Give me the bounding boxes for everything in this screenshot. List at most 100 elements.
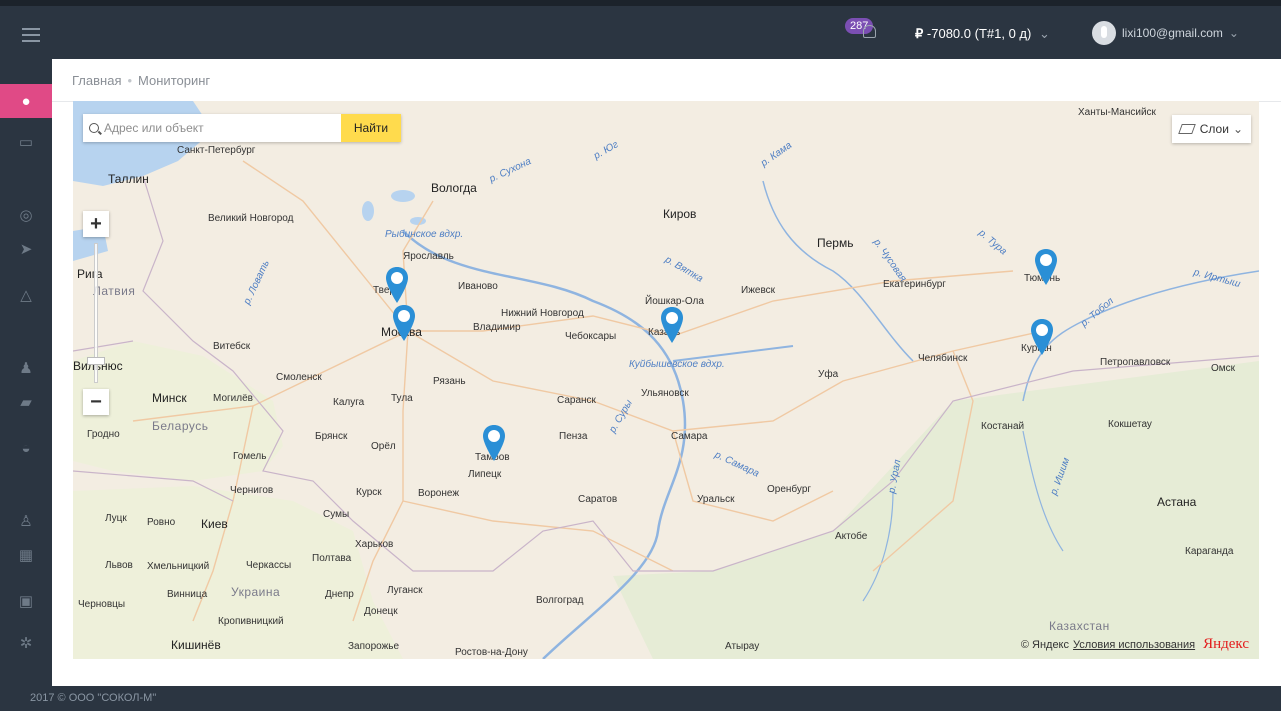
- sidebar-item-alerts[interactable]: △: [0, 278, 52, 312]
- main-content: Главная • Мониторинг Ханты-Мансийск Санк…: [52, 59, 1281, 686]
- map-label: Ижевск: [741, 285, 776, 296]
- sidebar-item-messages[interactable]: ◒: [0, 431, 52, 465]
- sidebar: ● ▭ ◎ ➤ △ ♟ ▰ ◒ ♙ ▦ ▣ ✲: [0, 59, 52, 686]
- map-label: Курск: [356, 487, 382, 498]
- map-label: Иваново: [458, 281, 498, 292]
- map-label: Омск: [1211, 363, 1236, 374]
- sidebar-item-devices[interactable]: ▭: [0, 125, 52, 159]
- map-label: Великий Новгород: [208, 213, 294, 224]
- user-icon: ♙: [19, 513, 33, 530]
- map-label: Беларусь: [152, 419, 209, 433]
- yandex-logo[interactable]: Яндекс: [1203, 636, 1249, 653]
- map-label: Челябинск: [918, 353, 968, 364]
- sidebar-item-calendar[interactable]: ▦: [0, 538, 52, 572]
- map-label: Запорожье: [348, 641, 400, 652]
- map-label: Казахстан: [1049, 619, 1110, 633]
- map-marker[interactable]: [1029, 317, 1055, 357]
- bell-icon: [863, 25, 876, 38]
- map-label: Гродно: [87, 429, 120, 440]
- map-label: Тула: [391, 393, 413, 404]
- map-marker[interactable]: [391, 303, 417, 343]
- zoom-slider-thumb[interactable]: [87, 357, 105, 365]
- map-label: Караганда: [1185, 546, 1234, 557]
- river-label: Рыбинское вдхр.: [385, 229, 464, 240]
- sidebar-item-monitoring[interactable]: ●: [0, 84, 52, 118]
- map-label: Нижний Новгород: [501, 308, 584, 319]
- zoom-slider[interactable]: [87, 243, 105, 383]
- map-label: Уральск: [697, 494, 735, 505]
- sidebar-item-billing[interactable]: ▣: [0, 584, 52, 618]
- map-label: Днепр: [325, 589, 354, 600]
- currency-symbol: ₽: [915, 26, 924, 41]
- map-marker[interactable]: [659, 305, 685, 345]
- map-label: Ровно: [147, 517, 176, 528]
- map-label: Ростов-на-Дону: [455, 647, 528, 658]
- map-search-input[interactable]: Адрес или объект: [83, 114, 341, 142]
- footer: 2017 © ООО "СОКОЛ-М": [0, 686, 1281, 711]
- zoom-in-button[interactable]: +: [83, 211, 109, 237]
- map-label: Волгоград: [536, 595, 584, 606]
- map-label: Хмельницкий: [147, 561, 210, 572]
- sidebar-item-dashboard[interactable]: ◎: [0, 198, 52, 232]
- map-label: Петропавловск: [1100, 357, 1171, 368]
- balance-dropdown[interactable]: ₽ -7080.0 (Т#1, 0 д) ⌄: [915, 26, 1050, 42]
- map-label: Пенза: [559, 431, 588, 442]
- map-label: Саранск: [557, 395, 596, 406]
- balance-text: -7080.0 (Т#1, 0 д): [926, 26, 1032, 41]
- menu-icon[interactable]: [22, 28, 40, 42]
- search-icon: [89, 123, 99, 133]
- search-placeholder: Адрес или объект: [104, 121, 204, 135]
- sidebar-item-settings[interactable]: ✲: [0, 626, 52, 660]
- map-label: Гомель: [233, 451, 267, 462]
- map-label: Екатеринбург: [883, 279, 946, 290]
- map-background: [73, 101, 1259, 659]
- map-label: Калуга: [333, 397, 365, 408]
- map-label: Актобе: [835, 531, 868, 542]
- sidebar-item-routes[interactable]: ➤: [0, 232, 52, 266]
- map-label: Луцк: [105, 513, 127, 524]
- map-label: Харьков: [355, 539, 394, 550]
- map-label: Киров: [663, 207, 697, 221]
- terms-link[interactable]: Условия использования: [1073, 639, 1195, 651]
- map-marker[interactable]: [481, 423, 507, 463]
- map-label: Костанай: [981, 421, 1025, 432]
- map-label: Санкт-Петербург: [177, 145, 256, 156]
- top-navbar: 287 ₽ -7080.0 (Т#1, 0 д) ⌄ lixi100@gmail…: [0, 0, 1281, 59]
- map-label: Луганск: [387, 585, 423, 596]
- map-marker[interactable]: [384, 265, 410, 305]
- sidebar-item-reports[interactable]: ▰: [0, 385, 52, 419]
- copyright-text: © Яндекс: [1020, 638, 1069, 651]
- map-label: Липецк: [468, 469, 502, 480]
- map-label: Кишинёв: [171, 638, 221, 652]
- map-label: Витебск: [213, 341, 251, 352]
- map-label: Львов: [105, 560, 133, 571]
- zoom-out-button[interactable]: −: [83, 389, 109, 415]
- search-button[interactable]: Найти: [341, 114, 401, 142]
- chevron-down-icon: ⌄: [1038, 26, 1050, 41]
- sidebar-item-profile[interactable]: ♙: [0, 504, 52, 538]
- avatar: [1092, 21, 1116, 45]
- map-marker[interactable]: [1033, 247, 1059, 287]
- map-label: Уфа: [818, 369, 839, 380]
- map-search: Адрес или объект Найти: [83, 114, 401, 142]
- map-label: Полтава: [312, 553, 352, 564]
- map-label: Чебоксары: [565, 331, 617, 342]
- users-icon: ♟: [19, 360, 33, 377]
- river-label: Куйбышевское вдхр.: [629, 359, 725, 370]
- map-label: Донецк: [364, 606, 398, 617]
- map-label: Воронеж: [418, 488, 460, 499]
- map-label: Орёл: [371, 441, 396, 452]
- notifications-button[interactable]: 287: [845, 16, 885, 46]
- map-label: Ханты-Мансийск: [1078, 107, 1156, 118]
- chat-icon: ◒: [21, 439, 31, 457]
- map-label: Киев: [201, 517, 228, 531]
- map-label: Кропивницкий: [218, 616, 284, 627]
- map-label: Вологда: [431, 181, 477, 195]
- layers-button[interactable]: Слои ⌄: [1171, 115, 1251, 143]
- breadcrumb-home[interactable]: Главная: [72, 73, 121, 88]
- globe-icon: ●: [21, 92, 31, 110]
- map-view[interactable]: Ханты-Мансийск Санкт-Петербург Таллин Во…: [73, 101, 1259, 659]
- user-menu[interactable]: lixi100@gmail.com ⌄: [1092, 20, 1239, 46]
- map-label: Оренбург: [767, 484, 812, 495]
- sidebar-item-users[interactable]: ♟: [0, 351, 52, 385]
